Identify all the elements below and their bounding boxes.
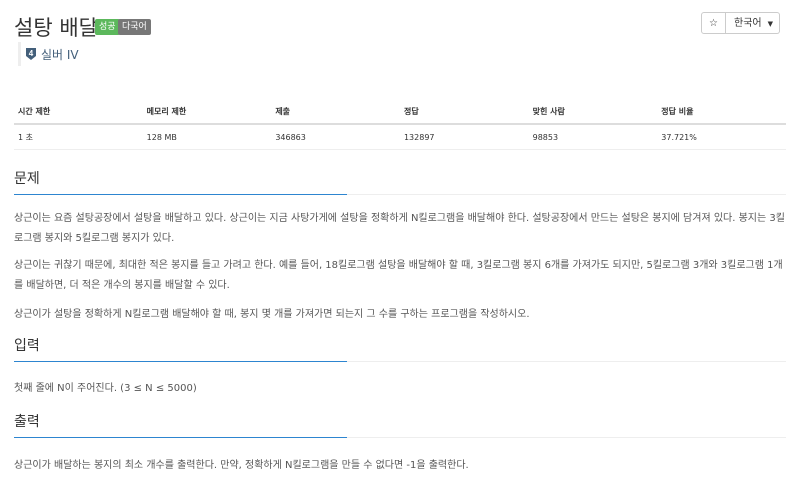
input-title: 입력 [14, 338, 40, 354]
header-accepted: 정답 [399, 99, 529, 125]
value-solvers: 98853 [528, 124, 658, 150]
problem-info-table: 시간 제한 메모리 제한 제출 정답 맞힌 사람 정답 비율 1 초 128 M… [14, 99, 786, 150]
description-section-header: 문제 [14, 170, 347, 195]
input-paragraph: 첫째 줄에 N이 주어진다. (3 ≤ N ≤ 5000) [14, 383, 197, 394]
tier-badge-icon: 4 [26, 48, 36, 60]
problem-header: 설탕 배달 성공 다국어 ☆ 한국어 ▼ [14, 10, 780, 46]
value-accepted: 132897 [399, 124, 529, 150]
value-time-limit: 1 초 [14, 124, 143, 150]
value-submissions: 346863 [271, 124, 400, 150]
table-header-row: 시간 제한 메모리 제한 제출 정답 맞힌 사람 정답 비율 [14, 99, 786, 125]
value-memory-limit: 128 MB [142, 124, 272, 150]
output-title: 출력 [14, 414, 40, 430]
input-section-header: 입력 [14, 337, 347, 362]
description-paragraph-1: 상근이는 요즘 설탕공장에서 설탕을 배달하고 있다. 상근이는 지금 사탕가게… [14, 213, 785, 244]
success-badge: 성공 [95, 19, 120, 35]
tier-number: 4 [29, 49, 34, 58]
caret-down-icon: ▼ [767, 20, 773, 28]
output-section-header: 출력 [14, 413, 347, 438]
header-accept-ratio: 정답 비율 [657, 99, 786, 125]
tier-label: 실버 IV [41, 47, 79, 62]
language-label: 한국어 [734, 18, 762, 29]
language-dropdown[interactable]: 한국어 ▼ [726, 12, 780, 34]
header-memory-limit: 메모리 제한 [142, 99, 272, 125]
problem-title: 설탕 배달 [14, 16, 98, 40]
header-submissions: 제출 [271, 99, 400, 125]
tier-info[interactable]: 4 실버 IV [18, 42, 79, 66]
header-solvers: 맞힌 사람 [528, 99, 658, 125]
problem-toolbar: ☆ 한국어 ▼ [701, 12, 780, 34]
header-time-limit: 시간 제한 [14, 99, 143, 125]
description-paragraph-3: 상근이가 설탕을 정확하게 N킬로그램 배달해야 할 때, 봉지 몇 개를 가져… [14, 309, 530, 320]
star-icon: ☆ [709, 18, 718, 29]
value-accept-ratio: 37.721% [657, 124, 786, 150]
multilang-badge: 다국어 [118, 19, 151, 35]
table-row: 1 초 128 MB 346863 132897 98853 37.721% [14, 124, 786, 150]
description-title: 문제 [14, 171, 40, 187]
output-paragraph: 상근이가 배달하는 봉지의 최소 개수를 출력한다. 만약, 정확하게 N킬로그… [14, 460, 469, 471]
description-paragraph-2: 상근이는 귀찮기 때문에, 최대한 적은 봉지를 들고 가려고 한다. 예를 들… [14, 260, 783, 291]
favorite-button[interactable]: ☆ [701, 12, 726, 34]
